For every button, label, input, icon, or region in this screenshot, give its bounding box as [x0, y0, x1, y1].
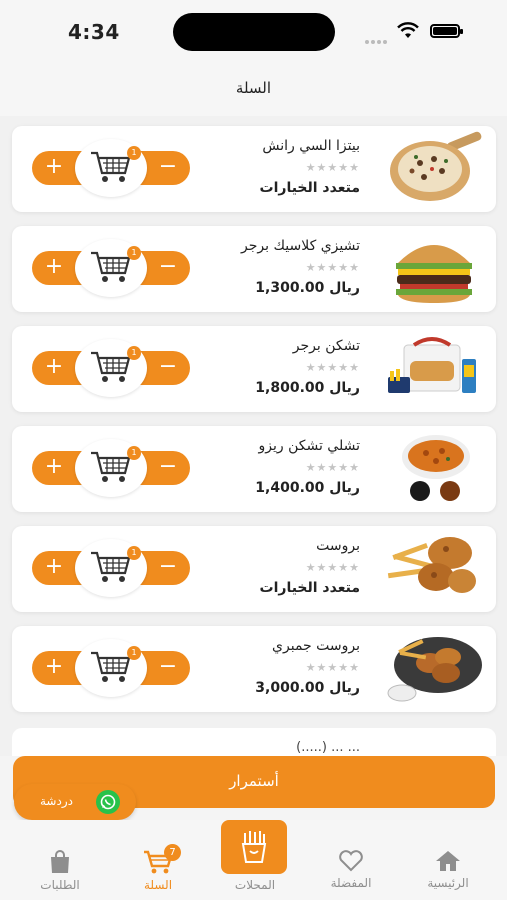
product-price: ريال 3,000.00: [255, 680, 360, 696]
decrease-button[interactable]: −: [150, 151, 186, 185]
rating-stars: ★★★★★: [305, 161, 360, 174]
status-bar: 4:34: [0, 0, 507, 62]
tab-cart-label: السلة: [143, 878, 173, 892]
decrease-button[interactable]: −: [150, 651, 186, 685]
chat-label: دردشة: [40, 794, 73, 808]
cart-item[interactable]: بيتزا السي رانش ★★★★★ متعدد الخيارات + 1…: [12, 126, 496, 212]
battery-icon: [430, 24, 463, 38]
cart-item[interactable]: ... ... (.....): [12, 728, 496, 756]
wifi-icon: [397, 22, 419, 38]
product-price: متعدد الخيارات: [259, 180, 360, 196]
tab-stores-label: المحلات: [234, 878, 276, 892]
rating-stars: ★★★★★: [305, 561, 360, 574]
cart-item[interactable]: تشيزي كلاسيك برجر ★★★★★ ريال 1,300.00 + …: [12, 226, 496, 312]
product-name: تشكن برجر: [292, 338, 360, 354]
cart-count-badge: 7: [164, 844, 181, 861]
quantity-stepper[interactable]: + 1 −: [32, 639, 190, 697]
shrimp-broast-image: [387, 637, 482, 702]
tab-home-label: الرئيسية: [427, 876, 469, 890]
chili-chicken-image: [402, 435, 470, 501]
quantity-stepper[interactable]: + 1 −: [32, 239, 190, 297]
product-price: ريال 1,800.00: [255, 380, 360, 396]
chicken-burger-meal-image: [388, 337, 476, 393]
product-name: تشلي تشكن ريزو: [258, 438, 360, 454]
tab-bar: الرئيسية المفضلة المحلات السلة 7 الطلبات: [0, 820, 507, 900]
product-price: ريال 1,300.00: [255, 280, 360, 296]
tab-cart[interactable]: السلة 7: [118, 844, 198, 900]
cart-quantity-display: 1: [75, 639, 147, 697]
cart-quantity-display: 1: [75, 339, 147, 397]
tab-home[interactable]: الرئيسية: [408, 850, 488, 900]
heart-icon: [339, 850, 363, 872]
cart-quantity-display: 1: [75, 539, 147, 597]
quantity-stepper[interactable]: + 1 −: [32, 539, 190, 597]
home-icon: [436, 851, 460, 871]
cart-item[interactable]: بروست ★★★★★ متعدد الخيارات + 1 −: [12, 526, 496, 612]
increase-button[interactable]: +: [36, 451, 72, 485]
product-price: ريال 1,400.00: [255, 480, 360, 496]
increase-button[interactable]: +: [36, 651, 72, 685]
product-name: ... ... (.....): [296, 740, 360, 755]
product-name: بيتزا السي رانش: [262, 138, 360, 154]
increase-button[interactable]: +: [36, 251, 72, 285]
whatsapp-icon: [96, 790, 120, 814]
quantity-badge: 1: [127, 246, 141, 260]
decrease-button[interactable]: −: [150, 351, 186, 385]
product-name: بروست جمبري: [272, 638, 360, 654]
quantity-badge: 1: [127, 546, 141, 560]
product-name: بروست: [316, 538, 360, 554]
rating-stars: ★★★★★: [305, 661, 360, 674]
quantity-stepper[interactable]: + 1 −: [32, 139, 190, 197]
tab-orders[interactable]: الطلبات: [20, 850, 100, 900]
cart-item[interactable]: تشلي تشكن ريزو ★★★★★ ريال 1,400.00 + 1 −: [12, 426, 496, 512]
dynamic-island: [173, 13, 335, 51]
quantity-badge: 1: [127, 446, 141, 460]
tab-orders-label: الطلبات: [40, 878, 80, 892]
decrease-button[interactable]: −: [150, 451, 186, 485]
tab-stores[interactable]: [221, 820, 287, 874]
tab-favorites[interactable]: المفضلة: [311, 850, 391, 900]
shopping-bag-icon: [51, 850, 69, 873]
signal-icon: [365, 29, 393, 44]
cart-quantity-display: 1: [75, 139, 147, 197]
whatsapp-chat-button[interactable]: دردشة: [14, 784, 136, 820]
cart-item[interactable]: بروست جمبري ★★★★★ ريال 3,000.00 + 1 −: [12, 626, 496, 712]
page-header: السلة: [0, 62, 507, 116]
increase-button[interactable]: +: [36, 351, 72, 385]
product-name: تشيزي كلاسيك برجر: [241, 238, 360, 254]
decrease-button[interactable]: −: [150, 251, 186, 285]
increase-button[interactable]: +: [36, 151, 72, 185]
pizza-image: [390, 131, 482, 201]
quantity-badge: 1: [127, 646, 141, 660]
quantity-badge: 1: [127, 146, 141, 160]
rating-stars: ★★★★★: [305, 261, 360, 274]
rating-stars: ★★★★★: [305, 361, 360, 374]
fries-icon: [241, 831, 267, 863]
cart-quantity-display: 1: [75, 239, 147, 297]
increase-button[interactable]: +: [36, 551, 72, 585]
quantity-stepper[interactable]: + 1 −: [32, 339, 190, 397]
cart-list[interactable]: بيتزا السي رانش ★★★★★ متعدد الخيارات + 1…: [0, 116, 507, 756]
decrease-button[interactable]: −: [150, 551, 186, 585]
status-time: 4:34: [68, 20, 120, 44]
burger-image: [396, 245, 472, 303]
rating-stars: ★★★★★: [305, 461, 360, 474]
broast-image: [387, 537, 476, 593]
tab-favorites-label: المفضلة: [330, 876, 372, 890]
quantity-badge: 1: [127, 346, 141, 360]
quantity-stepper[interactable]: + 1 −: [32, 439, 190, 497]
page-title: السلة: [235, 79, 272, 97]
product-price: متعدد الخيارات: [259, 580, 360, 596]
cart-item[interactable]: تشكن برجر ★★★★★ ريال 1,800.00 + 1 −: [12, 326, 496, 412]
cart-quantity-display: 1: [75, 439, 147, 497]
